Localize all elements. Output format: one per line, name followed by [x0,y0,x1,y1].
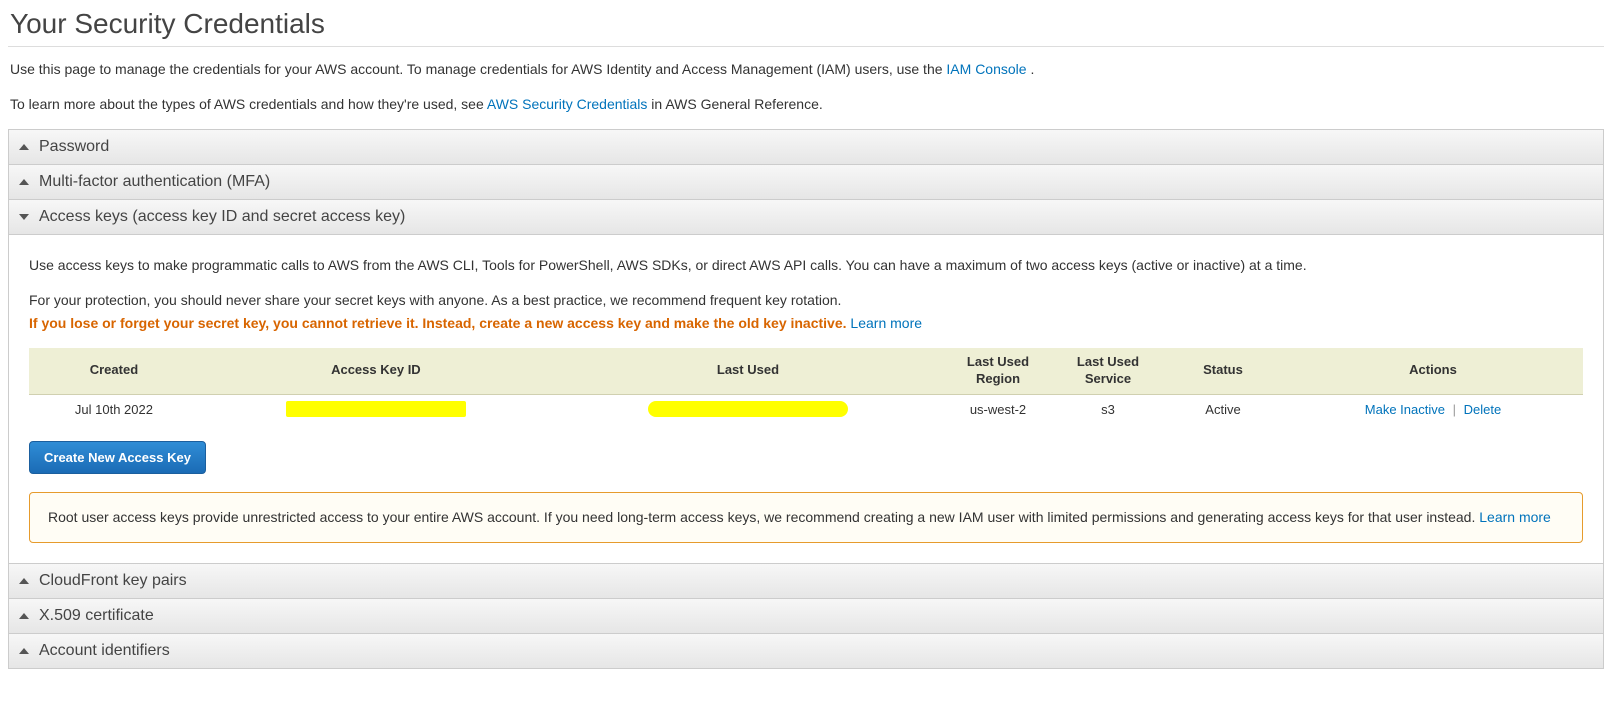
action-separator: | [1453,402,1456,417]
section-account-identifiers[interactable]: Account identifiers [9,633,1603,668]
section-cloudfront[interactable]: CloudFront key pairs [9,563,1603,598]
section-access-keys-label: Access keys (access key ID and secret ac… [39,208,405,226]
redacted-last-used [648,401,848,417]
cell-status: Active [1163,394,1283,423]
intro-text-1-post: . [1027,61,1035,77]
section-password-label: Password [39,138,109,156]
section-mfa-label: Multi-factor authentication (MFA) [39,173,270,191]
intro-text-2-pre: To learn more about the types of AWS cre… [10,96,487,112]
chevron-up-icon [19,648,29,654]
cell-actions: Make Inactive | Delete [1283,394,1583,423]
title-divider [8,46,1604,47]
cell-created: Jul 10th 2022 [29,394,199,423]
chevron-up-icon [19,613,29,619]
redacted-key-id [286,401,466,417]
page-title: Your Security Credentials [8,8,1604,40]
info-box-learn-more-link[interactable]: Learn more [1479,509,1551,525]
section-password[interactable]: Password [9,130,1603,164]
chevron-up-icon [19,144,29,150]
access-keys-panel: Use access keys to make programmatic cal… [9,234,1603,563]
section-mfa[interactable]: Multi-factor authentication (MFA) [9,164,1603,199]
access-keys-desc-1: Use access keys to make programmatic cal… [29,255,1583,276]
cell-last-used [553,394,943,423]
th-last-used-service: Last Used Service [1053,348,1163,394]
make-inactive-link[interactable]: Make Inactive [1365,402,1445,417]
delete-link[interactable]: Delete [1464,402,1502,417]
section-account-identifiers-label: Account identifiers [39,642,170,660]
secret-key-warning: If you lose or forget your secret key, y… [29,315,847,331]
intro-text-2-post: in AWS General Reference. [647,96,822,112]
access-keys-warning-line: If you lose or forget your secret key, y… [29,313,1583,334]
credentials-accordion: Password Multi-factor authentication (MF… [8,129,1604,669]
section-access-keys[interactable]: Access keys (access key ID and secret ac… [9,199,1603,234]
intro-line-1: Use this page to manage the credentials … [8,59,1604,80]
th-key-id: Access Key ID [199,348,553,394]
learn-more-link[interactable]: Learn more [850,315,922,331]
access-keys-desc-2: For your protection, you should never sh… [29,290,1583,311]
section-x509[interactable]: X.509 certificate [9,598,1603,633]
access-keys-table: Created Access Key ID Last Used Last Use… [29,348,1583,423]
th-last-used: Last Used [553,348,943,394]
th-actions: Actions [1283,348,1583,394]
th-status: Status [1163,348,1283,394]
chevron-up-icon [19,578,29,584]
create-new-access-key-button[interactable]: Create New Access Key [29,441,206,474]
chevron-up-icon [19,179,29,185]
th-last-used-region: Last Used Region [943,348,1053,394]
intro-line-2: To learn more about the types of AWS cre… [8,94,1604,115]
cell-last-used-region: us-west-2 [943,394,1053,423]
table-row: Jul 10th 2022 us-west-2 s3 Active Make I… [29,394,1583,423]
root-user-warning-text: Root user access keys provide unrestrict… [48,509,1479,525]
root-user-warning-box: Root user access keys provide unrestrict… [29,492,1583,543]
cell-last-used-service: s3 [1053,394,1163,423]
iam-console-link[interactable]: IAM Console [946,61,1026,77]
aws-security-credentials-link[interactable]: AWS Security Credentials [487,96,648,112]
cell-key-id [199,394,553,423]
intro-text-1-pre: Use this page to manage the credentials … [10,61,946,77]
section-x509-label: X.509 certificate [39,607,154,625]
th-created: Created [29,348,199,394]
section-cloudfront-label: CloudFront key pairs [39,572,187,590]
chevron-down-icon [19,214,29,220]
